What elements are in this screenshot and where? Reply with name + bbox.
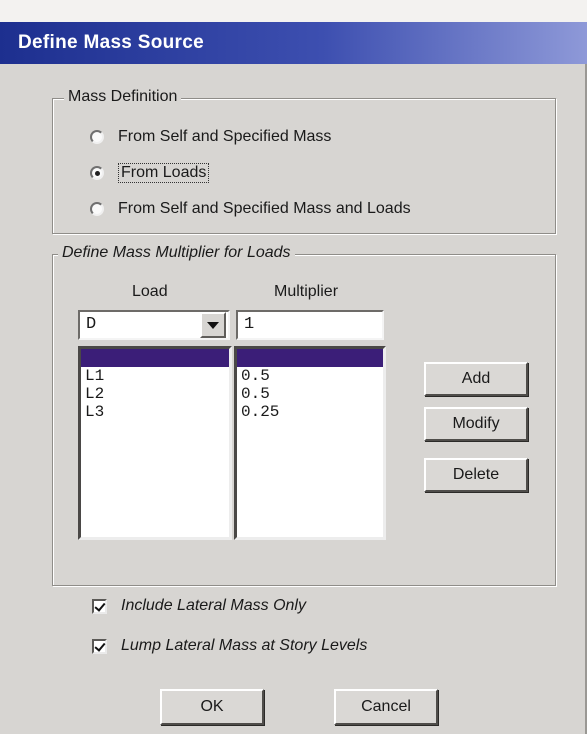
lump-lateral-mass-checkbox[interactable] xyxy=(92,638,107,654)
multiplier-input[interactable]: 1 xyxy=(236,310,384,340)
multiplier-input-value: 1 xyxy=(244,315,255,334)
define-mass-source-dialog: Define Mass Source Mass Definition From … xyxy=(0,0,587,734)
list-item[interactable]: 0.5 xyxy=(237,385,383,403)
include-lateral-mass-only-label: Include Lateral Mass Only xyxy=(121,597,306,614)
multiplier-list[interactable]: 0.5 0.5 0.25 xyxy=(234,346,386,540)
list-item-selected[interactable] xyxy=(81,349,229,367)
radio-from-self-and-specified-mass[interactable]: From Self and Specified Mass xyxy=(90,124,331,150)
list-item[interactable]: L1 xyxy=(81,367,229,385)
radio-from-loads[interactable]: From Loads xyxy=(90,160,210,186)
include-lateral-mass-only-checkbox[interactable] xyxy=(92,598,107,614)
lump-lateral-mass-option[interactable]: Lump Lateral Mass at Story Levels xyxy=(92,634,367,658)
dialog-title: Define Mass Source xyxy=(18,32,204,53)
radio-button[interactable] xyxy=(90,130,104,144)
radio-button-selected[interactable] xyxy=(90,166,104,180)
ok-button[interactable]: OK xyxy=(160,689,264,725)
list-item[interactable]: 0.5 xyxy=(237,367,383,385)
background-strip xyxy=(0,0,587,22)
include-lateral-mass-only-option[interactable]: Include Lateral Mass Only xyxy=(92,594,306,618)
load-column-header: Load xyxy=(132,283,168,300)
list-item[interactable]: L2 xyxy=(81,385,229,403)
load-dropdown-button[interactable] xyxy=(200,312,226,338)
radio-label: From Self and Specified Mass xyxy=(118,128,332,145)
list-item[interactable]: L3 xyxy=(81,403,229,421)
multiplier-column-header: Multiplier xyxy=(274,283,339,300)
radio-from-self-specified-mass-and-loads[interactable]: From Self and Specified Mass and Loads xyxy=(90,196,411,222)
title-bar[interactable]: Define Mass Source xyxy=(0,22,587,64)
radio-label: From Loads xyxy=(118,163,210,183)
radio-label: From Self and Specified Mass and Loads xyxy=(118,200,411,217)
chevron-down-icon xyxy=(207,322,219,329)
load-list[interactable]: L1 L2 L3 xyxy=(78,346,232,540)
list-item[interactable]: 0.25 xyxy=(237,403,383,421)
list-item-selected[interactable] xyxy=(237,349,383,367)
add-button[interactable]: Add xyxy=(424,362,528,396)
radio-button[interactable] xyxy=(90,202,104,216)
modify-button[interactable]: Modify xyxy=(424,407,528,441)
cancel-button[interactable]: Cancel xyxy=(334,689,438,725)
delete-button[interactable]: Delete xyxy=(424,458,528,492)
mass-definition-label: Mass Definition xyxy=(64,88,182,106)
lump-lateral-mass-label: Lump Lateral Mass at Story Levels xyxy=(121,637,368,654)
mass-multiplier-label: Define Mass Multiplier for Loads xyxy=(58,244,295,262)
load-dropdown-value: D xyxy=(86,315,97,334)
